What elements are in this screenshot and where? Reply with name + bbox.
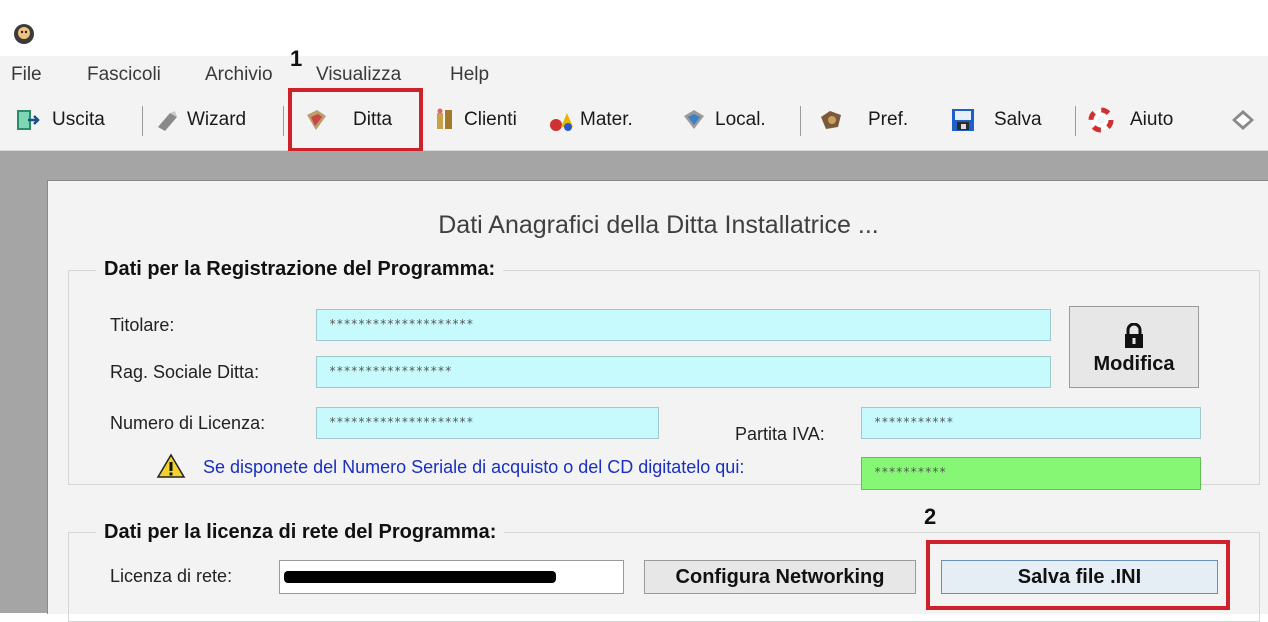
licenza-rete-field[interactable] xyxy=(279,560,624,594)
wizard-button[interactable]: Wizard xyxy=(155,102,246,138)
aiuto-button[interactable]: Aiuto xyxy=(1088,102,1173,138)
annotation-box-2 xyxy=(926,540,1230,610)
app-icon xyxy=(14,24,34,44)
licenza-label: Numero di Licenza: xyxy=(110,413,266,433)
warning-icon xyxy=(156,453,186,478)
pref-label: Pref. xyxy=(868,109,909,130)
aiuto-label: Aiuto xyxy=(1130,109,1174,130)
save-icon xyxy=(952,109,974,131)
menu-visualizza[interactable]: Visualizza xyxy=(316,64,401,86)
annotation-number-2: 2 xyxy=(924,504,937,529)
ragsoc-label: Rag. Sociale Ditta: xyxy=(110,362,260,382)
annotation-box-1 xyxy=(288,88,423,152)
licenza-field[interactable]: ******************** xyxy=(316,407,659,439)
network-legend: Dati per la licenza di rete del Programm… xyxy=(96,521,505,544)
toolbar-separator xyxy=(800,106,801,136)
diamond-icon xyxy=(1232,110,1254,130)
modifica-label: Modifica xyxy=(1093,353,1175,375)
titolare-field[interactable]: ******************** xyxy=(316,309,1051,341)
menu-help[interactable]: Help xyxy=(450,64,489,86)
wizard-icon xyxy=(158,111,177,131)
menu-archivio[interactable]: Archivio xyxy=(205,64,273,86)
materials-icon xyxy=(550,113,573,131)
local-label: Local. xyxy=(715,109,766,130)
clienti-button[interactable]: Clienti xyxy=(432,102,517,138)
seriale-hint: Se disponete del Numero Seriale di acqui… xyxy=(203,457,745,477)
salva-label: Salva xyxy=(994,109,1042,130)
location-icon xyxy=(684,110,704,129)
uscita-label: Uscita xyxy=(52,109,105,130)
help-lifebuoy-icon xyxy=(1088,107,1114,133)
lock-icon xyxy=(1125,323,1143,348)
ragsoc-field[interactable]: ***************** xyxy=(316,356,1051,388)
clients-icon xyxy=(437,108,452,129)
menu-bar: File Fascicoli Archivio Visualizza Help xyxy=(0,56,1268,92)
local-button[interactable]: Local. xyxy=(681,102,766,138)
toolbar-separator xyxy=(142,106,143,136)
configura-networking-button[interactable]: Configura Networking xyxy=(644,560,916,594)
title-bar xyxy=(0,0,1268,56)
pref-button[interactable]: Pref. xyxy=(818,102,908,138)
mater-button[interactable]: Mater. xyxy=(548,102,633,138)
registration-legend: Dati per la Registrazione del Programma: xyxy=(96,258,504,281)
salva-button[interactable]: Salva xyxy=(950,102,1042,138)
piva-label: Partita IVA: xyxy=(735,424,825,444)
seriale-field[interactable]: ********** xyxy=(861,457,1201,490)
extra-toolbar-button[interactable] xyxy=(1230,102,1256,138)
redaction-mark xyxy=(284,571,556,583)
toolbar-separator xyxy=(1075,106,1076,136)
piva-field[interactable]: *********** xyxy=(861,407,1201,439)
clienti-label: Clienti xyxy=(464,109,517,130)
mater-label: Mater. xyxy=(580,109,633,130)
menu-file[interactable]: File xyxy=(11,64,42,86)
modifica-button[interactable]: Modifica xyxy=(1069,306,1199,388)
dialog-title: Dati Anagrafici della Ditta Installatric… xyxy=(438,211,879,239)
uscita-button[interactable]: Uscita xyxy=(14,102,105,138)
licenza-rete-label: Licenza di rete: xyxy=(110,566,233,586)
annotation-number-1: 1 xyxy=(290,46,303,71)
wizard-label: Wizard xyxy=(187,109,247,130)
toolbar-separator xyxy=(283,106,284,136)
exit-icon xyxy=(17,110,40,130)
titolare-label: Titolare: xyxy=(110,315,175,335)
menu-fascicoli[interactable]: Fascicoli xyxy=(87,64,161,86)
preferences-icon xyxy=(821,111,841,129)
toolbar: Uscita Wizard Ditta Clienti Mater. Local… xyxy=(0,92,1268,151)
